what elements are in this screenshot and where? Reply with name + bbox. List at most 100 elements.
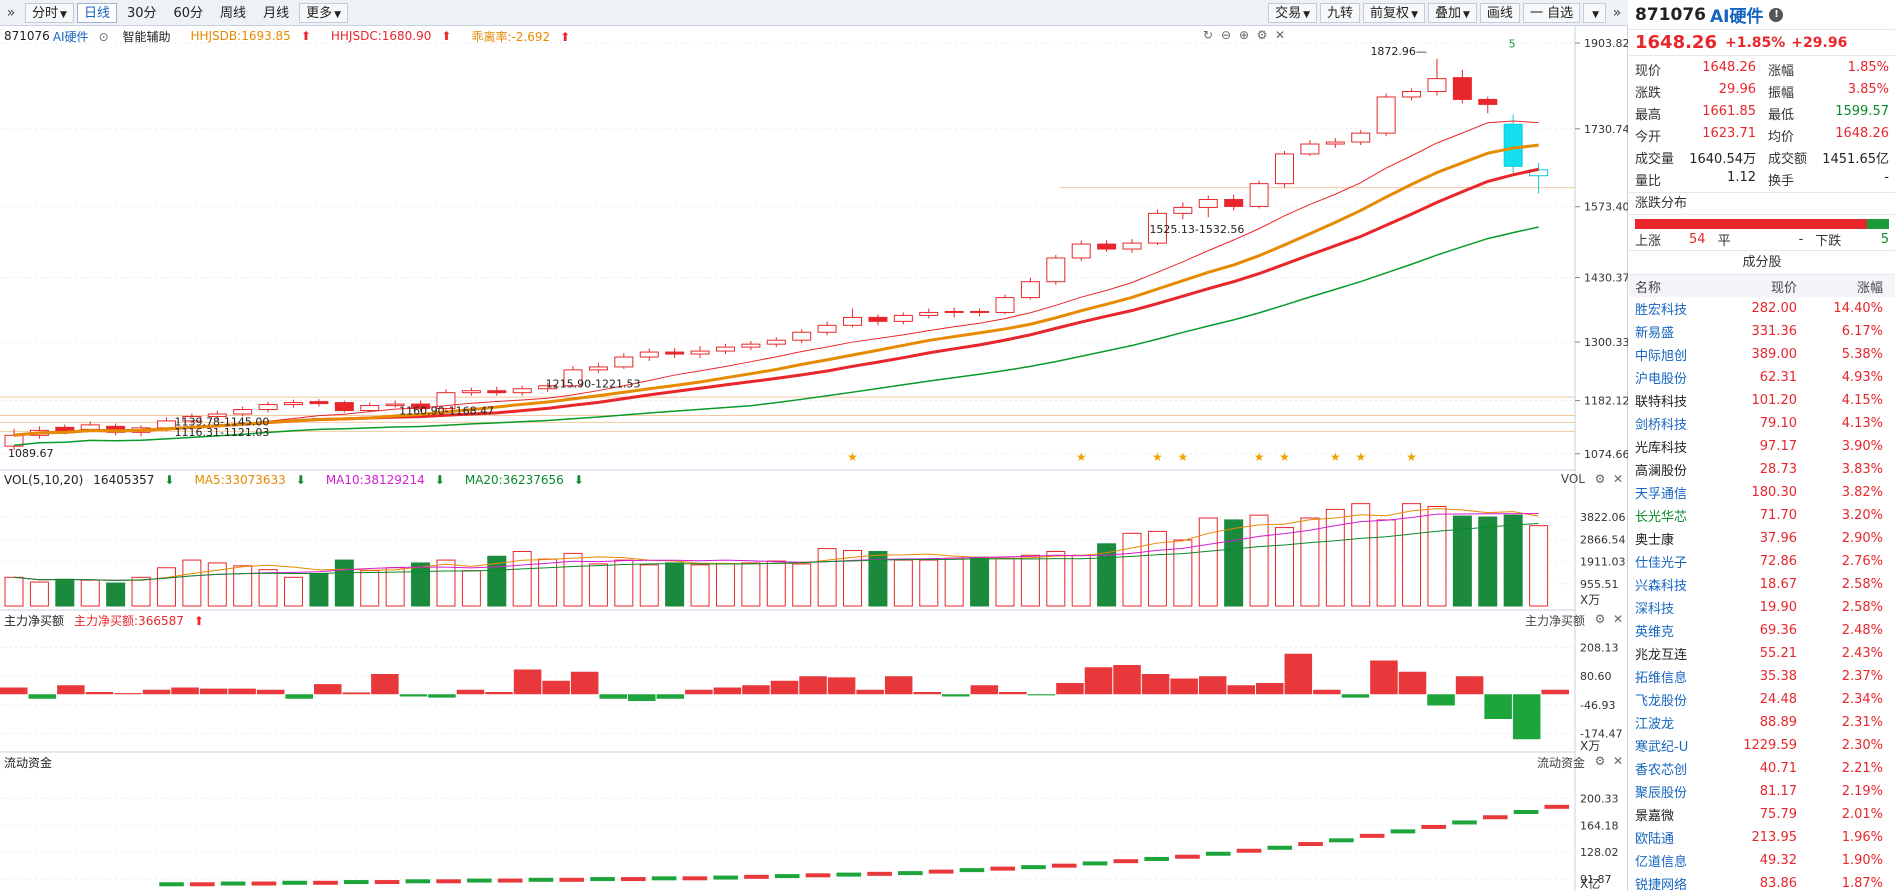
range-label: 1215.90-1221.53 (546, 378, 641, 391)
vol-panel-icons: ⚙ ✕ (1591, 472, 1627, 486)
constituent-row[interactable]: 中际旭创 389.00 5.38% (1629, 343, 1895, 366)
chart-area[interactable]: » 分时 ▼ 日线 30分 60分 周线 月线 更多 ▼ 交易 ▼ 九转 前复权 ▼ 叠… (0, 0, 1628, 891)
vol-bar (258, 569, 278, 607)
candle-body (792, 331, 812, 341)
constituent-row[interactable]: 深科技 19.90 2.58% (1629, 596, 1895, 619)
liquid-bar (190, 882, 215, 887)
constituent-name: 联特科技 (1635, 395, 1688, 410)
more-button[interactable]: 更多 ▼ (299, 3, 349, 23)
liquid-bar (1267, 845, 1293, 850)
constituent-name: 剑桥科技 (1635, 418, 1688, 433)
settings-icon[interactable]: ⚙ (1591, 754, 1609, 768)
constituent-row[interactable]: 江波龙 88.89 2.31% (1629, 711, 1895, 734)
constituent-row[interactable]: 联特科技 101.20 4.15% (1629, 389, 1895, 412)
flow-bar (314, 684, 342, 695)
constituent-row[interactable]: 英维克 69.36 2.48% (1629, 619, 1895, 642)
period-60min-button[interactable]: 60分 (167, 3, 211, 23)
liquid-bar (467, 878, 492, 883)
constituent-row[interactable]: 胜宏科技 282.00 14.40% (1629, 297, 1895, 320)
vol-bar (792, 563, 812, 607)
constituent-row[interactable]: 高澜股份 28.73 3.83% (1629, 458, 1895, 481)
liquid-tag: 流动资金 (1536, 756, 1585, 770)
constituent-row[interactable]: 锐捷网络 83.86 1.87% (1629, 872, 1895, 891)
star-icon: ★ (1076, 450, 1087, 464)
period-intraday-button[interactable]: 分时 ▼ (25, 3, 74, 23)
constituent-price: 79.10 (1759, 416, 1797, 431)
constituent-row[interactable]: 兴森科技 18.67 2.58% (1629, 573, 1895, 596)
quote-label: 最低 (1768, 107, 1795, 123)
constituent-row[interactable]: 仕佳光子 72.86 2.76% (1629, 550, 1895, 573)
period-30min-button[interactable]: 30分 (120, 3, 164, 23)
stock-name[interactable]: AI硬件 (1710, 2, 1763, 27)
constituent-row[interactable]: 新易盛 331.36 6.17% (1629, 320, 1895, 343)
candle-body (1046, 257, 1066, 283)
arrow-up-icon: ⬆ (193, 613, 204, 628)
flow-bar (913, 692, 941, 695)
constituent-name: 长光华芯 (1635, 510, 1688, 525)
close-icon[interactable]: ✕ (1609, 754, 1627, 768)
liquid-legend: 流动资金 (4, 754, 62, 770)
flow-bar (827, 677, 856, 695)
star-icon: ★ (1254, 450, 1265, 464)
liquid-bar (313, 880, 338, 885)
chart-canvas[interactable]: 1903.82 1730.74 1573.40 1430.37 1300.33 1182.… (0, 26, 1628, 891)
overlay-button[interactable]: 叠加 ▼ (1427, 3, 1477, 23)
watchlist-dropdown[interactable]: ▼ (1583, 3, 1606, 23)
adjust-button[interactable]: 前复权 ▼ (1363, 3, 1425, 23)
vol-bar (817, 548, 837, 607)
constituent-row[interactable]: 沪电股份 62.31 4.93% (1629, 366, 1895, 389)
candle-body (1427, 78, 1447, 93)
constituent-row[interactable]: 剑桥科技 79.10 4.13% (1629, 412, 1895, 435)
flow-bar (485, 692, 513, 695)
constituent-price: 24.48 (1759, 692, 1797, 707)
close-icon[interactable]: ✕ (1609, 472, 1627, 486)
constituent-row[interactable]: 香农芯创 40.71 2.21% (1629, 757, 1895, 780)
quote-label: 现价 (1635, 63, 1662, 79)
constituent-name: 飞龙股份 (1635, 694, 1688, 709)
constituent-row[interactable]: 天孚通信 180.30 3.82% (1629, 481, 1895, 504)
collapse-icon[interactable]: » (0, 0, 22, 26)
constituent-row[interactable]: 景嘉微 75.79 2.01% (1629, 803, 1895, 826)
draw-button[interactable]: 画线 (1479, 3, 1520, 23)
nine-turn-button[interactable]: 九转 (1320, 3, 1361, 23)
constituent-row[interactable]: 欧陆通 213.95 1.96% (1629, 826, 1895, 849)
period-monthly-button[interactable]: 月线 (256, 3, 296, 23)
constituent-change: 5.38% (1841, 347, 1883, 362)
info-icon[interactable]: ! (1769, 7, 1784, 22)
header-name[interactable]: 名称 (1629, 277, 1725, 296)
range-label: 1116.31-1121.03 (174, 426, 269, 439)
constituent-change: 2.31% (1841, 715, 1883, 730)
expand-icon[interactable]: » (1606, 0, 1628, 26)
constituent-price: 55.21 (1759, 646, 1797, 661)
constituent-row[interactable]: 光库科技 97.17 3.90% (1629, 435, 1895, 458)
close-icon[interactable]: ✕ (1609, 612, 1627, 626)
period-weekly-button[interactable]: 周线 (213, 3, 253, 23)
constituent-name: 兆龙互连 (1635, 648, 1688, 663)
period-daily-button[interactable]: 日线 (76, 3, 117, 23)
constituent-row[interactable]: 飞龙股份 24.48 2.34% (1629, 688, 1895, 711)
constituent-name: 香农芯创 (1635, 763, 1688, 778)
flow-bar (1027, 694, 1056, 696)
settings-icon[interactable]: ⚙ (1591, 612, 1609, 626)
vol-bar (843, 550, 863, 607)
constituent-row[interactable]: 聚辰股份 81.17 2.19% (1629, 780, 1895, 803)
settings-icon[interactable]: ⚙ (1591, 472, 1609, 486)
header-price[interactable]: 现价 (1725, 277, 1801, 296)
liquid-panel-icons: ⚙ ✕ (1591, 754, 1627, 768)
vol-ma10: MA10:38129214 ⬇ (326, 473, 455, 487)
constituent-row[interactable]: 寒武纪-U 1229.59 2.30% (1629, 734, 1895, 757)
constituent-row[interactable]: 亿道信息 49.32 1.90% (1629, 849, 1895, 872)
constituent-row[interactable]: 奥士康 37.96 2.90% (1629, 527, 1895, 550)
liquid-bar (1205, 851, 1231, 856)
vol-bar (538, 558, 558, 607)
liquid-bar (405, 879, 431, 884)
vol-bar (690, 564, 710, 607)
constituent-row[interactable]: 兆龙互连 55.21 2.43% (1629, 642, 1895, 665)
add-watchlist-button[interactable]: 一 自选 (1522, 3, 1581, 23)
header-change[interactable]: 涨幅 (1801, 277, 1895, 296)
trade-button[interactable]: 交易 ▼ (1268, 3, 1318, 23)
constituent-row[interactable]: 长光华芯 71.70 3.20% (1629, 504, 1895, 527)
liquid-axis-label: 164.18 (1580, 819, 1619, 832)
constituent-row[interactable]: 拓维信息 35.38 2.37% (1629, 665, 1895, 688)
constituent-name: 沪电股份 (1635, 372, 1688, 387)
